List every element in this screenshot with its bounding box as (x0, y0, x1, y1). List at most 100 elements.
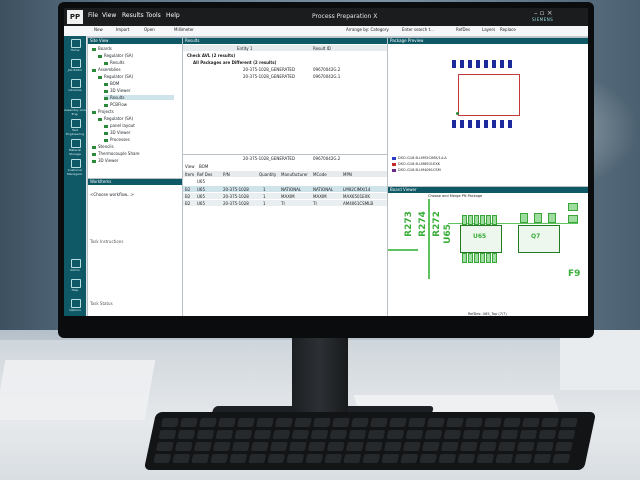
result-entity[interactable]: 20-375-1028_GENERATED (243, 74, 295, 79)
tree-item[interactable]: 3D Viewer (92, 158, 119, 163)
tree-item[interactable]: BOM (104, 81, 119, 86)
nav-customer[interactable]: Customer Managem. (64, 158, 86, 176)
keyboard-key (210, 454, 229, 463)
keyboard-key (158, 430, 177, 439)
keyboard-key (153, 454, 172, 463)
col-mcode: MCode (313, 172, 327, 177)
menu-file[interactable]: File (88, 12, 98, 19)
board-canvas[interactable]: R273 R274 R272 U65 U65 Q7 F9 (388, 199, 588, 311)
open-button[interactable]: Open (144, 27, 155, 32)
keyboard-key (438, 454, 457, 463)
nav-test-engineering[interactable]: Test Engineering (64, 118, 86, 136)
import-button[interactable]: Import (116, 27, 129, 32)
tree-item[interactable]: Regulator (SA) (98, 53, 133, 58)
board-pad (492, 215, 497, 225)
workflow-select[interactable]: <Choose workflow...> (90, 192, 134, 197)
view-dropdown[interactable]: View (185, 164, 195, 169)
keyboard-key (305, 454, 324, 463)
tree-item[interactable]: Results (104, 60, 124, 65)
search-input[interactable]: Enter search t... (402, 27, 434, 32)
menu-help[interactable]: Help (166, 12, 180, 19)
tree-item[interactable]: Stencils (92, 144, 114, 149)
title-bar: PP File View Results Tools Help Process … (64, 8, 588, 26)
silk-label: R273 (403, 211, 414, 237)
table-row[interactable]: B2 U65 20-375-1028 1 MAXIM MAXIM MAX6501EXK (183, 193, 387, 199)
tree-item[interactable]: 3D Viewer (104, 88, 131, 93)
package-preview-canvas[interactable]: DSO-G16.B-LM92CIMX/14-A DSO-G16.B-LM6501… (388, 44, 588, 186)
component-q7[interactable]: Q7 (518, 225, 560, 253)
replace-button[interactable]: Replace (500, 27, 516, 32)
nav-job-editor[interactable]: Job Editor (64, 58, 86, 74)
bom-dropdown[interactable]: BOM (199, 164, 208, 169)
folder-icon (92, 47, 96, 51)
package-pad (460, 60, 464, 68)
layers-dropdown[interactable]: Layers (482, 27, 495, 32)
nav-options[interactable]: Options (64, 298, 86, 314)
admin-icon (71, 259, 81, 268)
nav-label: Job Editor (67, 68, 83, 72)
keyboard-key (350, 418, 369, 427)
menu-view[interactable]: View (102, 12, 116, 19)
tree-item[interactable]: Thermocouple Share (92, 151, 139, 156)
tree-item[interactable]: panel layout (104, 123, 135, 128)
package-pad (460, 120, 464, 128)
storage-icon (71, 139, 81, 148)
nav-libraries[interactable]: Libraries (64, 78, 86, 94)
tree-item[interactable]: Boards (92, 46, 112, 51)
home-icon (71, 39, 81, 48)
keyboard-key (291, 430, 310, 439)
keyboard-key (514, 454, 533, 463)
keyboard-key (345, 442, 364, 451)
units-dropdown[interactable]: Millimeter (174, 27, 194, 32)
tree-item[interactable]: Assemblies (92, 67, 121, 72)
col-entity: Entity 1 (237, 46, 253, 51)
nav-admin[interactable]: Admin (64, 258, 86, 274)
window-controls[interactable]: – ▫ × (534, 9, 553, 17)
component-u65[interactable]: U65 (460, 225, 502, 253)
refdes-dropdown[interactable]: RefDes (456, 27, 470, 32)
tree-item[interactable]: PCBFlow (104, 102, 127, 107)
board-pad (534, 213, 542, 223)
tree-item[interactable]: Processes (104, 137, 130, 142)
bom-group-row[interactable]: U65 (197, 179, 205, 184)
keyboard-key (552, 454, 571, 463)
table-row[interactable]: B2 U65 20-375-1028 1 NATIONAL NATIONAL LM92CIM… (183, 186, 387, 192)
keyboard (143, 412, 597, 470)
folder-icon (92, 110, 96, 114)
nav-assembly-line[interactable]: Assembly Line Eng. (64, 98, 86, 116)
board-pad (486, 215, 491, 225)
keyboard-key (462, 430, 481, 439)
results-header: Entity 1 Result ID (183, 45, 387, 51)
board-pad (468, 253, 473, 263)
results-icon (104, 96, 108, 100)
keyboard-key (521, 418, 540, 427)
tree-item[interactable]: Regulator (SA) (98, 74, 133, 79)
menu-tools[interactable]: Tools (146, 12, 161, 19)
package-pad (484, 120, 488, 128)
folder-icon (92, 68, 96, 72)
tree-item[interactable]: 3D Viewer (104, 130, 131, 135)
new-button[interactable]: New (94, 27, 103, 32)
results-group[interactable]: Check AVL (2 results) (187, 53, 235, 58)
panel-title: Board Viewer (388, 187, 588, 193)
nav-label: Assembly Line Eng. (64, 108, 86, 116)
nav-help[interactable]: Help (64, 278, 86, 294)
keyboard-key (212, 442, 231, 451)
nav-material-storage[interactable]: Material Storage (64, 138, 86, 156)
keyboard-key (193, 442, 212, 451)
arrange-dropdown[interactable]: Arrange by: Category (346, 27, 389, 32)
tree-item[interactable]: Projects (92, 109, 114, 114)
keyboard-key (236, 418, 255, 427)
package-pad (452, 60, 456, 68)
tree-item[interactable]: Regulator (SA) (98, 116, 133, 121)
tree-item-selected[interactable]: Results (104, 95, 174, 100)
panel-icon (104, 124, 108, 128)
keyboard-key (179, 418, 198, 427)
result-entity[interactable]: 20-375-1028_GENERATED (243, 67, 295, 72)
col-mpn: MPN (343, 172, 352, 177)
results-subgroup[interactable]: All Packages are Different (2 results) (193, 60, 277, 65)
menu-results[interactable]: Results (122, 12, 144, 19)
keyboard-key (362, 454, 381, 463)
table-row[interactable]: B2 U65 20-375-1028 1 TI TI AM4061CSMLB (183, 200, 387, 206)
nav-home[interactable]: Home (64, 38, 86, 54)
